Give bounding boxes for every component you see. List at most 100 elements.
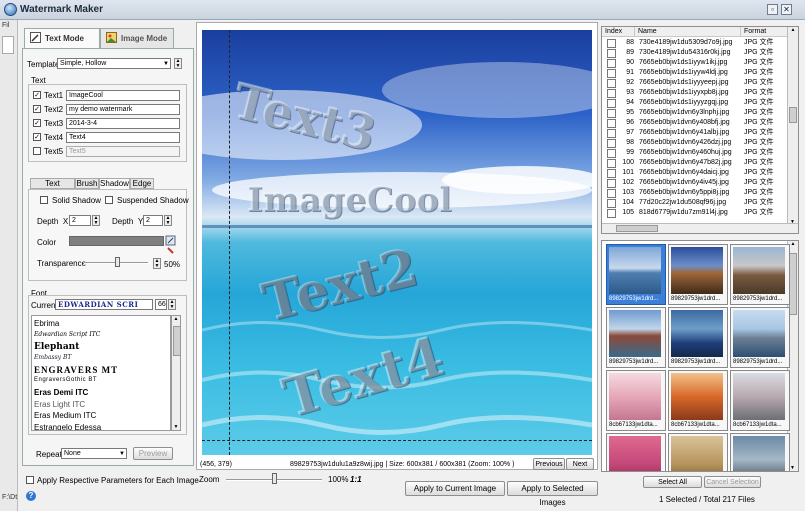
row-checkbox[interactable] bbox=[607, 159, 616, 168]
depth-x-spinner[interactable]: ▲ ▼ bbox=[92, 215, 100, 226]
text3-checkbox[interactable]: ✓ bbox=[33, 119, 41, 127]
zoom-slider-thumb[interactable] bbox=[272, 473, 277, 484]
text2-checkbox[interactable]: ✓ bbox=[33, 105, 41, 113]
table-row[interactable]: 92 7665eb0bjw1ds1iyyyeepj.jpg JPG 文件 bbox=[602, 78, 788, 88]
font-list-scrollbar[interactable]: ▲ ▼ bbox=[171, 315, 181, 431]
tab-text-mode[interactable]: Text Mode bbox=[24, 28, 100, 48]
table-hscrollbar[interactable] bbox=[602, 223, 798, 233]
thumbnail-grid[interactable]: ▲ ▼ 89829753jw1drd... 89829753jw1drd... 89… bbox=[601, 240, 799, 472]
table-row[interactable]: 105 818d6779jw1du7zm91l4j.jpg JPG 文件 bbox=[602, 208, 788, 218]
zoom-one-to-one-button[interactable]: 1:1 bbox=[350, 475, 362, 484]
table-scrollbar[interactable]: ▲ ▼ bbox=[787, 27, 798, 225]
apply-current-button[interactable]: Apply to Current Image bbox=[405, 481, 505, 496]
shadow-color-swatch[interactable] bbox=[69, 236, 164, 246]
row-checkbox[interactable] bbox=[607, 109, 616, 118]
subtab-text-options[interactable]: Text Options bbox=[30, 178, 75, 198]
column-header-format[interactable]: Format bbox=[741, 27, 789, 37]
image-canvas[interactable]: Text3 ImageCool Text2 Text4 bbox=[202, 30, 592, 455]
table-row[interactable]: 93 7665eb0bjw1ds1iyyxpb8j.jpg JPG 文件 bbox=[602, 88, 788, 98]
transparency-slider-thumb[interactable] bbox=[115, 257, 120, 267]
transparency-spinner[interactable]: ▲ ▼ bbox=[153, 258, 161, 269]
table-row[interactable]: 88 730e4189jw1du5309d7o9j.jpg JPG 文件 bbox=[602, 38, 788, 48]
row-checkbox[interactable] bbox=[607, 39, 616, 48]
cancel-selection-button[interactable]: Cancel Selection bbox=[704, 476, 761, 488]
thumbnail-item[interactable]: 89829753jw1drd... bbox=[606, 244, 666, 305]
row-checkbox[interactable] bbox=[607, 209, 616, 218]
row-checkbox[interactable] bbox=[607, 179, 616, 188]
row-checkbox[interactable] bbox=[607, 79, 616, 88]
thumbnail-item[interactable]: 8cb67133jw1dta... bbox=[668, 370, 728, 431]
table-row[interactable]: 95 7665eb0bjw1dvn6y3lnphj.jpg JPG 文件 bbox=[602, 108, 788, 118]
column-header-name[interactable]: Name bbox=[635, 27, 741, 37]
thumbnail-item[interactable]: 89829753jw1drd... bbox=[730, 307, 790, 368]
font-list-item[interactable]: Edwardian Script ITC bbox=[34, 331, 100, 338]
color-picker-icon[interactable] bbox=[165, 235, 177, 255]
table-row[interactable]: 101 7665eb0bjw1dvn6y4daicj.jpg JPG 文件 bbox=[602, 168, 788, 178]
template-spinner[interactable]: ▲ ▼ bbox=[174, 58, 182, 69]
text4-checkbox[interactable]: ✓ bbox=[33, 133, 41, 141]
repeat-select[interactable]: None ▼ bbox=[61, 448, 127, 459]
thumbnail-item[interactable]: 89829753jw1drd... bbox=[668, 307, 728, 368]
font-list-item[interactable]: EngraversGothic BT bbox=[34, 377, 97, 383]
row-checkbox[interactable] bbox=[607, 59, 616, 68]
thumbnail-item[interactable] bbox=[606, 433, 666, 471]
depth-y-input[interactable]: 2 bbox=[143, 215, 163, 226]
next-button[interactable]: Next bbox=[566, 458, 594, 470]
row-checkbox[interactable] bbox=[607, 199, 616, 208]
suspended-shadow-checkbox[interactable] bbox=[105, 196, 113, 204]
table-row[interactable]: 97 7665eb0bjw1dvn6y41albj.jpg JPG 文件 bbox=[602, 128, 788, 138]
template-select[interactable]: Simple, Hollow ▼ bbox=[57, 58, 171, 69]
preview-button[interactable]: Preview bbox=[133, 447, 173, 460]
row-checkbox[interactable] bbox=[607, 169, 616, 178]
text5-checkbox[interactable] bbox=[33, 147, 41, 155]
file-table[interactable]: Index Name Format ▲ ▼ 88 730e4189jw1du530… bbox=[601, 26, 799, 234]
text3-input[interactable]: 2014-3-4 bbox=[66, 118, 180, 129]
font-list[interactable]: Ebrima Edwardian Script ITC Elephant Embass… bbox=[31, 315, 171, 431]
column-header-index[interactable]: Index bbox=[602, 27, 635, 37]
thumbnail-item[interactable] bbox=[730, 433, 790, 471]
row-checkbox[interactable] bbox=[607, 69, 616, 78]
text5-input[interactable]: Text5 bbox=[66, 146, 180, 157]
depth-y-spinner[interactable]: ▲ ▼ bbox=[164, 215, 172, 226]
depth-x-input[interactable]: 2 bbox=[69, 215, 91, 226]
table-row[interactable]: 100 7665eb0bjw1dvn6y47b82j.jpg JPG 文件 bbox=[602, 158, 788, 168]
font-list-item[interactable]: Estrangelo Edessa bbox=[34, 423, 101, 431]
previous-button[interactable]: Previous bbox=[533, 458, 565, 470]
thumbnail-item[interactable]: 8cb67133jw1dta... bbox=[730, 370, 790, 431]
row-checkbox[interactable] bbox=[607, 139, 616, 148]
font-size-spinner[interactable]: ▲ ▼ bbox=[168, 299, 176, 310]
row-checkbox[interactable] bbox=[607, 49, 616, 58]
row-checkbox[interactable] bbox=[607, 89, 616, 98]
font-list-item[interactable]: Elephant bbox=[34, 342, 79, 352]
close-icon[interactable]: ✕ bbox=[781, 4, 792, 15]
table-row[interactable]: 94 7665eb0bjw1ds1iyyyzgqj.jpg JPG 文件 bbox=[602, 98, 788, 108]
thumbnail-item[interactable]: 89829753jw1drd... bbox=[668, 244, 728, 305]
tab-image-mode[interactable]: Image Mode bbox=[100, 28, 174, 48]
row-checkbox[interactable] bbox=[607, 189, 616, 198]
row-checkbox[interactable] bbox=[607, 99, 616, 108]
thumbnail-item[interactable]: 89829753jw1drd... bbox=[606, 307, 666, 368]
table-row[interactable]: 104 77d20c22jw1du508qf96j.jpg JPG 文件 bbox=[602, 198, 788, 208]
thumbnail-item[interactable]: 8cb67133jw1dta... bbox=[606, 370, 666, 431]
thumbnail-item[interactable]: 89829753jw1drd... bbox=[730, 244, 790, 305]
subtab-edge[interactable]: Edge bbox=[130, 178, 154, 189]
table-row[interactable]: 98 7665eb0bjw1dvn6y426dzj.jpg JPG 文件 bbox=[602, 138, 788, 148]
help-icon[interactable]: ? bbox=[26, 491, 36, 501]
thumbnail-item[interactable] bbox=[668, 433, 728, 471]
table-row[interactable]: 89 730e4189jw1du54316r0kj.jpg JPG 文件 bbox=[602, 48, 788, 58]
apply-each-checkbox[interactable] bbox=[26, 476, 34, 484]
table-row[interactable]: 103 7665eb0bjw1dvn6y5ppi8j.jpg JPG 文件 bbox=[602, 188, 788, 198]
row-checkbox[interactable] bbox=[607, 149, 616, 158]
table-row[interactable]: 90 7665eb0bjw1ds1iyyw1ikj.jpg JPG 文件 bbox=[602, 58, 788, 68]
watermark-text1[interactable]: ImageCool bbox=[247, 180, 452, 220]
font-list-item[interactable]: Eras Demi ITC bbox=[34, 388, 88, 397]
subtab-brush[interactable]: Brush bbox=[75, 178, 99, 189]
text4-input[interactable]: Text4 bbox=[66, 132, 180, 143]
font-list-item[interactable]: Ebrima bbox=[34, 319, 59, 328]
select-all-button[interactable]: Select All bbox=[643, 476, 702, 488]
font-size-input[interactable]: 66 bbox=[155, 299, 167, 310]
apply-selected-button[interactable]: Apply to Selected Images bbox=[507, 481, 598, 507]
strip-scroll[interactable] bbox=[2, 36, 14, 54]
font-current-input[interactable]: EDWARDIAN SCRI bbox=[55, 299, 153, 310]
text1-input[interactable]: ImageCool bbox=[66, 90, 180, 101]
